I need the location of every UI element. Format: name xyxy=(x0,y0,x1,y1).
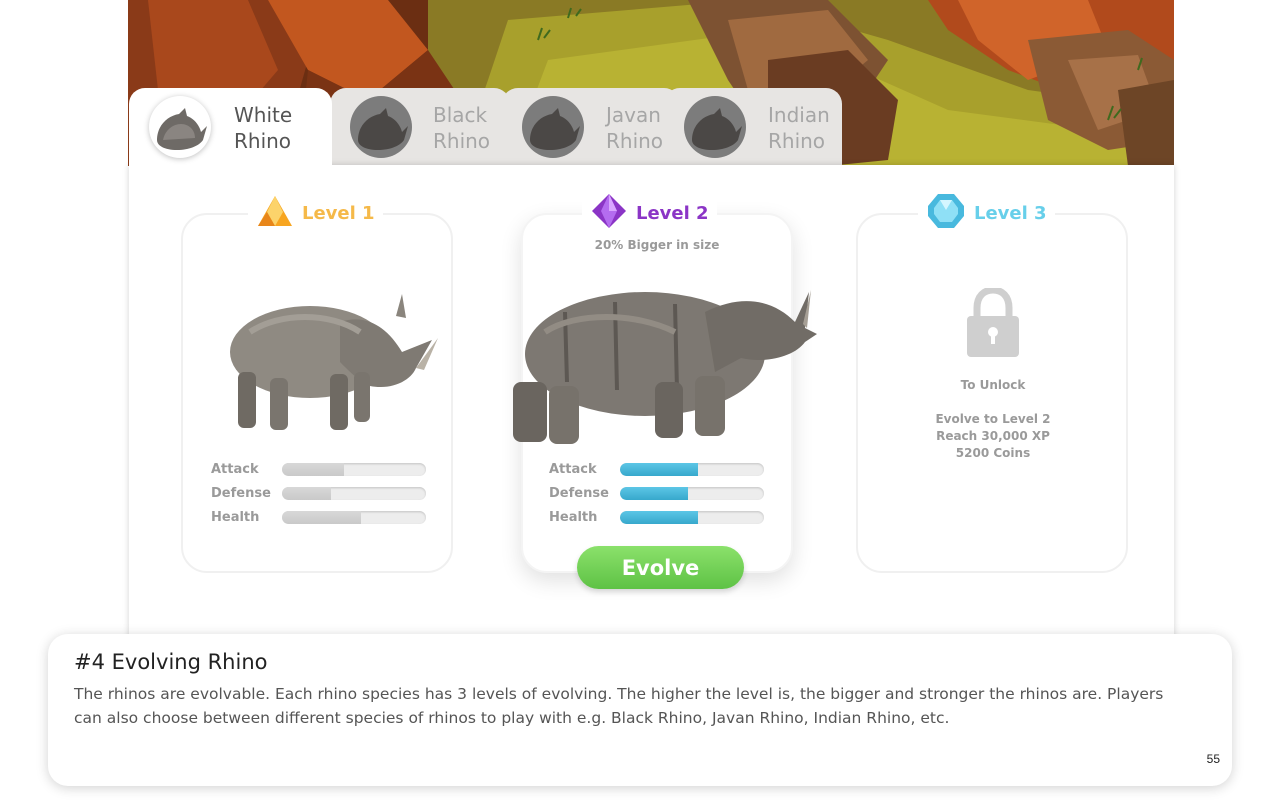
stat-fill xyxy=(282,463,344,476)
indian-rhino-level-2-image xyxy=(505,272,820,447)
stat-fill xyxy=(620,463,698,476)
tab-black-rhino[interactable]: Black Rhino xyxy=(330,88,510,166)
stat-attack: Attack xyxy=(211,462,427,478)
stat-bar xyxy=(282,511,426,524)
evolve-button[interactable]: Evolve xyxy=(577,546,744,589)
white-rhino-level-1-image xyxy=(220,282,440,437)
stat-bar xyxy=(620,487,764,500)
stat-label: Attack xyxy=(549,462,597,477)
stat-bar xyxy=(282,463,426,476)
level-3-card xyxy=(856,213,1128,573)
stat-defense: Defense xyxy=(549,486,765,502)
stat-label: Defense xyxy=(549,486,609,501)
caption-title: #4 Evolving Rhino xyxy=(74,650,268,674)
level-1-title: Level 1 xyxy=(302,202,375,224)
white-rhino-avatar xyxy=(149,96,211,158)
unlock-requirement: 5200 Coins xyxy=(955,446,1031,460)
stat-health: Health xyxy=(549,510,765,526)
amber-triangle-gem-icon xyxy=(256,194,294,232)
lock-icon xyxy=(966,286,1020,358)
page-number: 55 xyxy=(1206,752,1220,766)
unlock-requirement: Evolve to Level 2 xyxy=(935,412,1051,426)
stat-fill xyxy=(282,511,362,524)
indian-rhino-avatar xyxy=(684,96,746,158)
level-2-header: Level 2 xyxy=(582,194,717,232)
cyan-crystal-gem-icon xyxy=(926,192,966,234)
stat-fill xyxy=(282,487,331,500)
stat-label: Attack xyxy=(211,462,259,477)
purple-diamond-gem-icon xyxy=(590,193,628,233)
stat-fill xyxy=(620,487,688,500)
stat-bar xyxy=(282,487,426,500)
stat-fill xyxy=(620,511,698,524)
tab-javan-rhino[interactable]: Javan Rhino xyxy=(502,88,680,166)
tab-label: White Rhino xyxy=(234,103,293,153)
tab-label: Indian Rhino xyxy=(768,103,830,153)
level-2-subtitle: 20% Bigger in size xyxy=(594,238,720,252)
javan-rhino-avatar xyxy=(522,96,584,158)
level-3-title: Level 3 xyxy=(974,202,1047,224)
unlock-title: To Unlock xyxy=(960,378,1026,392)
black-rhino-avatar xyxy=(350,96,412,158)
tab-white-rhino[interactable]: White Rhino xyxy=(129,88,332,166)
tab-indian-rhino[interactable]: Indian Rhino xyxy=(664,88,842,166)
stat-health: Health xyxy=(211,510,427,526)
tab-label: Black Rhino xyxy=(433,103,491,153)
stat-bar xyxy=(620,463,764,476)
stat-attack: Attack xyxy=(549,462,765,478)
unlock-requirement: Reach 30,000 XP xyxy=(936,429,1050,443)
caption-body: The rhinos are evolvable. Each rhino spe… xyxy=(74,685,1164,727)
stat-label: Defense xyxy=(211,486,271,501)
level-1-header: Level 1 xyxy=(248,194,383,232)
stat-label: Health xyxy=(549,510,598,525)
stat-label: Health xyxy=(211,510,260,525)
level-3-header: Level 3 xyxy=(918,194,1055,232)
stat-bar xyxy=(620,511,764,524)
slide-caption: #4 Evolving Rhino The rhinos are evolvab… xyxy=(48,634,1232,786)
stat-defense: Defense xyxy=(211,486,427,502)
level-2-title: Level 2 xyxy=(636,202,709,224)
tab-label: Javan Rhino xyxy=(606,103,664,153)
